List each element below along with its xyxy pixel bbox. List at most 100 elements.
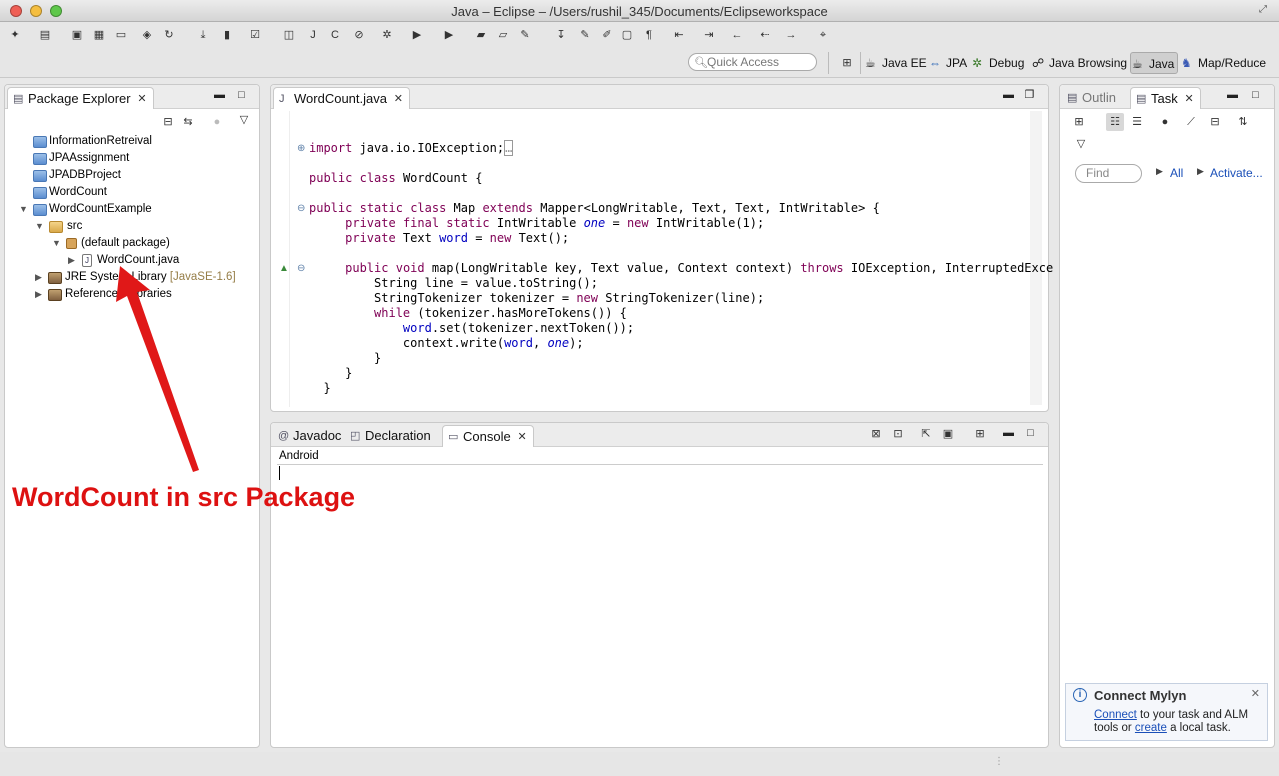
junit-icon[interactable]: J — [304, 26, 322, 44]
link-with-editor-icon[interactable]: ⇆ — [179, 113, 197, 131]
perspective-java[interactable]: ☕ Java — [1130, 52, 1179, 74]
tab-outline[interactable]: ▤ Outlin — [1062, 87, 1122, 109]
skip-breakpoints-icon[interactable]: ⊘ — [350, 26, 368, 44]
pin-icon[interactable]: ⌖ — [814, 26, 832, 44]
display-console-icon[interactable]: ▣ — [939, 425, 957, 443]
restore-icon[interactable]: ❐ — [1024, 90, 1035, 101]
tree-item-project[interactable]: JPAAssignment — [33, 150, 129, 167]
perspective-map-reduce[interactable]: ♞ Map/Reduce — [1180, 52, 1266, 74]
tab-javadoc[interactable]: @ Javadoc — [273, 425, 347, 447]
pin-console-icon[interactable]: ⇱ — [917, 425, 935, 443]
open-folder-icon[interactable]: ▰ — [472, 26, 490, 44]
expand-arrow-icon[interactable]: ▼ — [52, 235, 62, 252]
status-grip-icon[interactable]: ⋮ — [994, 756, 1004, 767]
block-select-icon[interactable]: ▢ — [618, 26, 636, 44]
print-icon[interactable]: ▭ — [112, 26, 130, 44]
whitespace-icon[interactable]: ¶ — [640, 26, 658, 44]
maximize-icon[interactable]: □ — [1025, 428, 1036, 439]
clear-console-icon[interactable]: ⊠ — [867, 425, 885, 443]
close-icon[interactable]: ✕ — [137, 88, 146, 110]
expand-arrow-icon[interactable]: ▼ — [19, 201, 29, 218]
categorized-icon[interactable]: ☷ — [1106, 113, 1124, 131]
find-field[interactable]: Find — [1075, 164, 1142, 183]
back-icon[interactable]: ← — [728, 26, 746, 44]
open-file-icon[interactable]: ▱ — [494, 26, 512, 44]
next-edit-icon[interactable]: ⇥ — [700, 26, 718, 44]
new-task-icon[interactable]: ⊞ — [1070, 113, 1088, 131]
toggle-mark-icon[interactable]: ✎ — [576, 26, 594, 44]
tree-item-project[interactable]: JPADBProject — [33, 167, 121, 184]
collapse-arrow-icon[interactable]: ▶ — [68, 252, 78, 269]
perspective-java-ee[interactable]: ☕ Java EE — [864, 52, 927, 74]
back-dropdown-icon[interactable]: ⇠ — [756, 26, 774, 44]
android-sdk-icon[interactable]: ▮ — [218, 26, 236, 44]
tree-item-package[interactable]: ▼ (default package) — [52, 235, 170, 252]
connect-link[interactable]: Connect — [1094, 709, 1137, 721]
pen-icon[interactable]: ✎ — [516, 26, 534, 44]
collapse-arrow-icon[interactable]: ▶ — [35, 286, 45, 303]
maximize-icon[interactable]: □ — [236, 90, 247, 101]
open-console-icon[interactable]: ⊞ — [971, 425, 989, 443]
tab-task[interactable]: ▤ Task ✕ — [1130, 87, 1201, 109]
console-cursor[interactable] — [279, 466, 280, 480]
perspective-jpa[interactable]: ⇔ JPA — [928, 52, 967, 74]
scheduled-icon[interactable]: ☰ — [1128, 113, 1146, 131]
new-class-icon[interactable]: C — [326, 26, 344, 44]
mark-icon[interactable]: ✐ — [598, 26, 616, 44]
scroll-lock-icon[interactable]: ⊡ — [889, 425, 907, 443]
expand-arrow-icon[interactable]: ▼ — [35, 218, 45, 235]
view-menu-icon[interactable]: ▽ — [1072, 135, 1090, 153]
code-line[interactable]: while (tokenizer.hasMoreTokens()) { — [309, 306, 627, 321]
external-tools-icon[interactable]: ▶ — [440, 26, 458, 44]
minimize-icon[interactable]: ▬ — [1227, 90, 1238, 101]
checkbox-icon[interactable]: ☑ — [246, 26, 264, 44]
create-link[interactable]: create — [1135, 722, 1167, 734]
hide-completed-icon[interactable]: ⟋ — [1182, 113, 1200, 131]
collapse-all-icon[interactable]: ⊟ — [1206, 113, 1224, 131]
prev-edit-icon[interactable]: ⇤ — [670, 26, 688, 44]
code-line[interactable]: StringTokenizer tokenizer = new StringTo… — [309, 291, 764, 306]
code-line-field-word[interactable]: private Text word = new Text(); — [309, 231, 569, 246]
code-line[interactable]: String line = value.toString(); — [309, 276, 598, 291]
fold-expand-icon[interactable]: ⊕ — [297, 143, 305, 154]
new-wizard-icon[interactable]: ▤ — [36, 26, 54, 44]
tree-item-referenced-libraries[interactable]: ▶ Referenced Libraries — [35, 286, 172, 303]
save-all-icon[interactable]: ▦ — [90, 26, 108, 44]
tree-item-project-expanded[interactable]: ▼ WordCountExample — [19, 201, 152, 218]
open-perspective-icon[interactable]: ⊞ — [838, 54, 856, 72]
perspective-java-browsing[interactable]: ☍ Java Browsing — [1031, 52, 1127, 74]
perspective-debug[interactable]: ✲ Debug — [971, 52, 1024, 74]
code-line[interactable]: word.set(tokenizer.nextToken()); — [309, 321, 634, 336]
refresh-icon[interactable]: ↻ — [160, 26, 178, 44]
new-icon[interactable]: ✦ — [6, 26, 24, 44]
focus-workweek-icon[interactable]: ● — [1156, 113, 1174, 131]
close-icon[interactable]: ✕ — [517, 426, 526, 448]
tab-declaration[interactable]: ◰ Declaration — [345, 425, 437, 447]
run-icon[interactable]: ▶ — [408, 26, 426, 44]
tree-item-project[interactable]: WordCount — [33, 184, 107, 201]
code-line-class[interactable]: public class WordCount { — [309, 171, 482, 186]
editor-vertical-scrollbar[interactable] — [1030, 111, 1042, 405]
synchronize-icon[interactable]: ⇅ — [1234, 113, 1252, 131]
code-line-map-class[interactable]: public static class Map extends Mapper<L… — [309, 201, 880, 216]
code-line[interactable]: } — [309, 366, 352, 381]
fold-collapse-icon[interactable]: ⊖ — [297, 203, 305, 214]
minimize-icon[interactable]: ▬ — [214, 90, 225, 101]
tab-package-explorer[interactable]: ▤ Package Explorer ✕ — [7, 87, 154, 109]
activate-link[interactable]: Activate... — [1210, 166, 1263, 180]
code-line[interactable]: context.write(word, one); — [309, 336, 584, 351]
view-menu-icon[interactable]: ▽ — [235, 111, 253, 129]
build-icon[interactable]: ◈ — [138, 26, 156, 44]
maximize-icon[interactable]: □ — [1250, 90, 1261, 101]
code-line-field-one[interactable]: private final static IntWritable one = n… — [309, 216, 764, 231]
code-line[interactable]: } — [309, 381, 330, 396]
collapse-arrow-icon[interactable]: ▶ — [35, 269, 45, 286]
close-icon[interactable]: ✕ — [394, 88, 403, 110]
code-line-map-method[interactable]: public void map(LongWritable key, Text v… — [309, 261, 1053, 276]
download-icon[interactable]: ⤓ — [194, 26, 212, 44]
tree-item-jre[interactable]: ▶ JRE System Library [JavaSE-1.6] — [35, 269, 236, 286]
code-line[interactable]: } — [309, 351, 381, 366]
close-icon[interactable]: ✕ — [1251, 687, 1260, 700]
forward-icon[interactable]: → — [782, 26, 800, 44]
fullscreen-icon[interactable]: ⤢ — [1259, 4, 1271, 16]
